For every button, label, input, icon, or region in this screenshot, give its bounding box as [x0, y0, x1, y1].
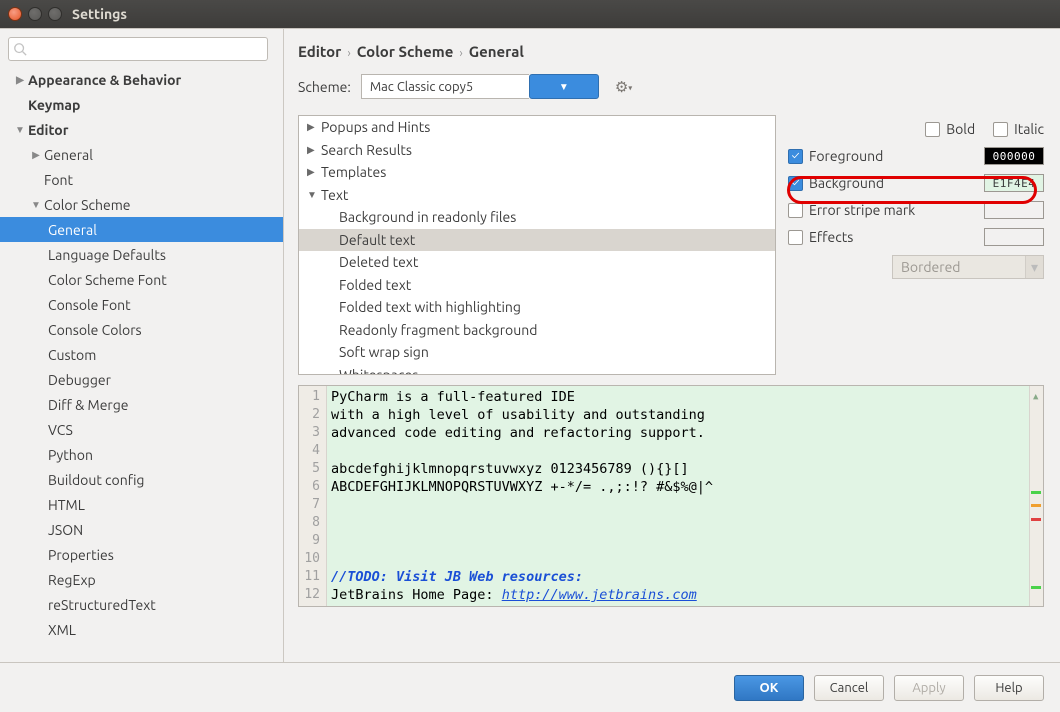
bold-checkbox[interactable]: Bold: [925, 121, 975, 137]
sidebar-item[interactable]: Console Font: [0, 292, 283, 317]
scheme-value: Mac Classic copy5: [361, 74, 529, 99]
category-item[interactable]: ▶Templates: [299, 161, 775, 184]
effects-swatch[interactable]: [984, 228, 1044, 246]
sidebar-item[interactable]: VCS: [0, 417, 283, 442]
sidebar-item[interactable]: Debugger: [0, 367, 283, 392]
sidebar-item[interactable]: ▼Editor: [0, 117, 283, 142]
titlebar: Settings: [0, 0, 1060, 28]
foreground-checkbox[interactable]: ✓Foreground: [788, 148, 883, 164]
sidebar-item[interactable]: reStructuredText: [0, 592, 283, 617]
background-checkbox[interactable]: ✓Background: [788, 175, 884, 191]
chevron-down-icon: ▾: [1025, 256, 1043, 278]
ok-button[interactable]: OK: [734, 675, 804, 701]
sidebar-item[interactable]: RegExp: [0, 567, 283, 592]
search-icon: [13, 42, 27, 56]
category-sub-item[interactable]: Soft wrap sign: [299, 341, 775, 364]
breadcrumb: Editor›Color Scheme›General: [298, 39, 1044, 74]
category-sub-item[interactable]: Folded text with highlighting: [299, 296, 775, 319]
settings-tree[interactable]: ▶Appearance & BehaviorKeymap▼Editor▶Gene…: [0, 67, 283, 662]
sidebar-item[interactable]: Buildout config: [0, 467, 283, 492]
category-sub-item[interactable]: Folded text: [299, 274, 775, 297]
sidebar-item[interactable]: HTML: [0, 492, 283, 517]
settings-search[interactable]: [8, 37, 268, 61]
category-item[interactable]: ▼Text: [299, 184, 775, 207]
settings-search-input[interactable]: [31, 42, 263, 57]
background-swatch[interactable]: E1F4E4: [984, 174, 1044, 192]
code-area: PyCharm is a full-featured IDE with a hi…: [327, 386, 1043, 606]
scroll-marker-icon: ▲: [1033, 388, 1038, 406]
effects-checkbox[interactable]: Effects: [788, 229, 853, 245]
sidebar-item[interactable]: Language Defaults: [0, 242, 283, 267]
preview-editor[interactable]: 1 2 3 4 5 6 7 8 9 10 11 12 13 14 PyCharm…: [298, 385, 1044, 607]
sidebar-item[interactable]: Color Scheme Font: [0, 267, 283, 292]
sidebar-item[interactable]: Console Colors: [0, 317, 283, 342]
category-item[interactable]: ▶Popups and Hints: [299, 116, 775, 139]
help-button[interactable]: Help: [974, 675, 1044, 701]
category-sub-item[interactable]: Readonly fragment background: [299, 319, 775, 342]
italic-checkbox[interactable]: Italic: [993, 121, 1044, 137]
sidebar-item[interactable]: ▶General: [0, 142, 283, 167]
dialog-footer: OK Cancel Apply Help: [0, 662, 1060, 712]
element-tree[interactable]: ▶Popups and Hints▶Search Results▶Templat…: [298, 115, 776, 375]
sidebar-item[interactable]: ▶Appearance & Behavior: [0, 67, 283, 92]
sidebar-item[interactable]: Keymap: [0, 92, 283, 117]
sidebar-item[interactable]: XML: [0, 617, 283, 642]
category-sub-item[interactable]: Whitespaces: [299, 364, 775, 376]
scheme-select[interactable]: Mac Classic copy5 ▼: [361, 74, 599, 99]
window-maximize-icon[interactable]: [48, 7, 62, 21]
sidebar-item[interactable]: Font: [0, 167, 283, 192]
attribute-panel: Bold Italic ✓Foreground 000000 ✓Backgrou…: [788, 115, 1044, 375]
gutter: 1 2 3 4 5 6 7 8 9 10 11 12 13 14: [299, 386, 327, 606]
sidebar-item[interactable]: Custom: [0, 342, 283, 367]
scheme-dropdown-icon[interactable]: ▼: [529, 74, 599, 99]
scrollbar[interactable]: ▲: [1029, 386, 1043, 606]
sidebar-item[interactable]: JSON: [0, 517, 283, 542]
sidebar-item[interactable]: Properties: [0, 542, 283, 567]
sidebar-item[interactable]: General: [0, 217, 283, 242]
category-sub-item[interactable]: Background in readonly files: [299, 206, 775, 229]
errorstripe-swatch[interactable]: [984, 201, 1044, 219]
category-sub-item[interactable]: Deleted text: [299, 251, 775, 274]
category-sub-item[interactable]: Default text: [299, 229, 775, 252]
foreground-swatch[interactable]: 000000: [984, 147, 1044, 165]
cancel-button[interactable]: Cancel: [814, 675, 884, 701]
window-close-icon[interactable]: [8, 7, 22, 21]
sidebar-item[interactable]: ▼Color Scheme: [0, 192, 283, 217]
settings-sidebar: ▶Appearance & BehaviorKeymap▼Editor▶Gene…: [0, 29, 284, 662]
apply-button: Apply: [894, 675, 964, 701]
sidebar-item[interactable]: Diff & Merge: [0, 392, 283, 417]
window-title: Settings: [72, 6, 127, 22]
category-item[interactable]: ▶Search Results: [299, 139, 775, 162]
gear-icon[interactable]: ⚙▾: [615, 78, 632, 96]
errorstripe-checkbox[interactable]: Error stripe mark: [788, 202, 915, 218]
scheme-label: Scheme:: [298, 79, 351, 95]
sidebar-item[interactable]: Python: [0, 442, 283, 467]
effects-type-select: Bordered▾: [892, 255, 1044, 279]
window-minimize-icon[interactable]: [28, 7, 42, 21]
